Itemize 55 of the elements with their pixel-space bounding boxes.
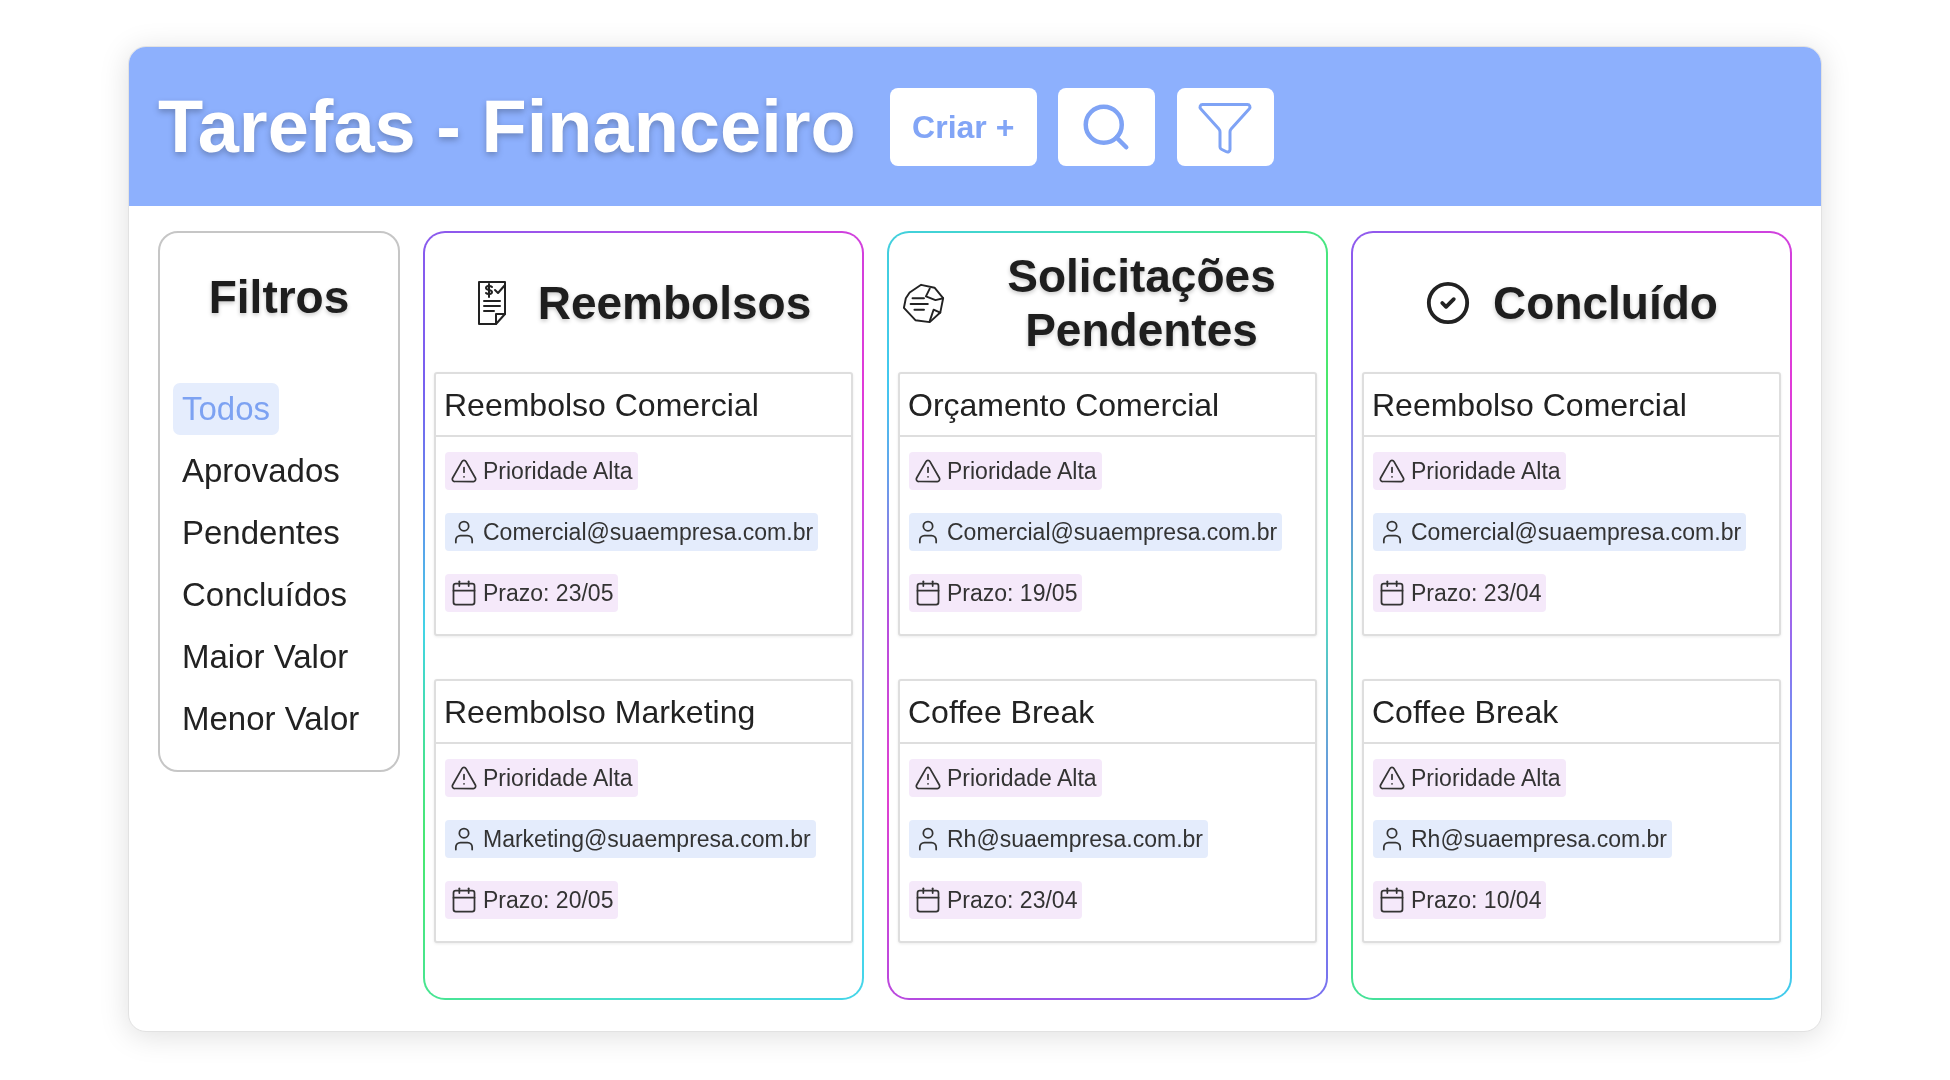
calendar-icon	[1378, 579, 1406, 607]
priority-text: Prioridade Alta	[1411, 763, 1561, 793]
assignee-email: Rh@suaempresa.com.br	[1411, 824, 1667, 854]
priority-text: Prioridade Alta	[483, 456, 633, 486]
assignee-email: Comercial@suaempresa.com.br	[947, 517, 1278, 547]
filters-title: Filtros	[207, 270, 351, 325]
task-title: Coffee Break	[1364, 681, 1779, 744]
deadline-text: Prazo: 23/04	[1411, 578, 1542, 608]
filter-item[interactable]: Aprovados	[173, 445, 349, 497]
filter-item[interactable]: Pendentes	[173, 507, 349, 559]
calendar-icon	[1378, 886, 1406, 914]
calendar-icon	[450, 579, 478, 607]
priority-text: Prioridade Alta	[483, 763, 633, 793]
search-button[interactable]	[1057, 87, 1155, 166]
task-card[interactable]: Coffee Break Prioridade Alta Rh@suaempresa.com.br Prazo: 10/04	[1362, 679, 1781, 943]
warning-icon	[1378, 764, 1406, 792]
assignee-email: Rh@suaempresa.com.br	[947, 824, 1203, 854]
priority-text: Prioridade Alta	[947, 763, 1097, 793]
calendar-icon	[450, 886, 478, 914]
task-title: Reembolso Comercial	[1364, 374, 1779, 437]
calendar-icon	[914, 886, 942, 914]
page-title: Tarefas - Financeiro	[158, 84, 856, 170]
check-circle-icon	[1425, 279, 1472, 326]
priority-text: Prioridade Alta	[1411, 456, 1561, 486]
warning-icon	[1378, 457, 1406, 485]
task-card[interactable]: Orçamento Comercial Prioridade Alta Comercial@suaempresa.com.br Prazo: 19/05	[898, 372, 1317, 636]
task-card[interactable]: Coffee Break Prioridade Alta Rh@suaempresa.com.br Prazo: 23/04	[898, 679, 1317, 943]
priority-text: Prioridade Alta	[947, 456, 1097, 486]
task-title: Reembolso Marketing	[436, 681, 851, 744]
deadline-text: Prazo: 23/05	[483, 578, 614, 608]
task-title: Reembolso Comercial	[436, 374, 851, 437]
warning-icon	[450, 764, 478, 792]
filter-item[interactable]: Maior Valor	[173, 631, 358, 683]
deadline-text: Prazo: 20/05	[483, 885, 614, 915]
column-title: Reembolsos	[537, 275, 812, 330]
column-title: Solicitações Pendentes	[1006, 248, 1277, 357]
task-card[interactable]: Reembolso Marketing Prioridade Alta Marketing@suaempresa.com.br Prazo: 20/05	[434, 679, 853, 943]
deadline-text: Prazo: 19/05	[947, 578, 1078, 608]
assignee-email: Comercial@suaempresa.com.br	[1411, 517, 1742, 547]
task-title: Coffee Break	[900, 681, 1315, 744]
filter-item[interactable]: Concluídos	[173, 569, 357, 621]
filter-item[interactable]: Menor Valor	[173, 693, 369, 745]
filter-button[interactable]	[1176, 87, 1274, 166]
assignee-email: Marketing@suaempresa.com.br	[483, 824, 811, 854]
warning-icon	[450, 457, 478, 485]
warning-icon	[914, 457, 942, 485]
task-card[interactable]: Reembolso Comercial Prioridade Alta Comercial@suaempresa.com.br Prazo: 23/05	[434, 372, 853, 636]
assignee-email: Comercial@suaempresa.com.br	[483, 517, 814, 547]
calendar-icon	[914, 579, 942, 607]
deadline-text: Prazo: 23/04	[947, 885, 1078, 915]
task-card[interactable]: Reembolso Comercial Prioridade Alta Comercial@suaempresa.com.br Prazo: 23/04	[1362, 372, 1781, 636]
deadline-text: Prazo: 10/04	[1411, 885, 1542, 915]
task-title: Orçamento Comercial	[900, 374, 1315, 437]
column-title: Concluído	[1493, 275, 1718, 330]
warning-icon	[914, 764, 942, 792]
